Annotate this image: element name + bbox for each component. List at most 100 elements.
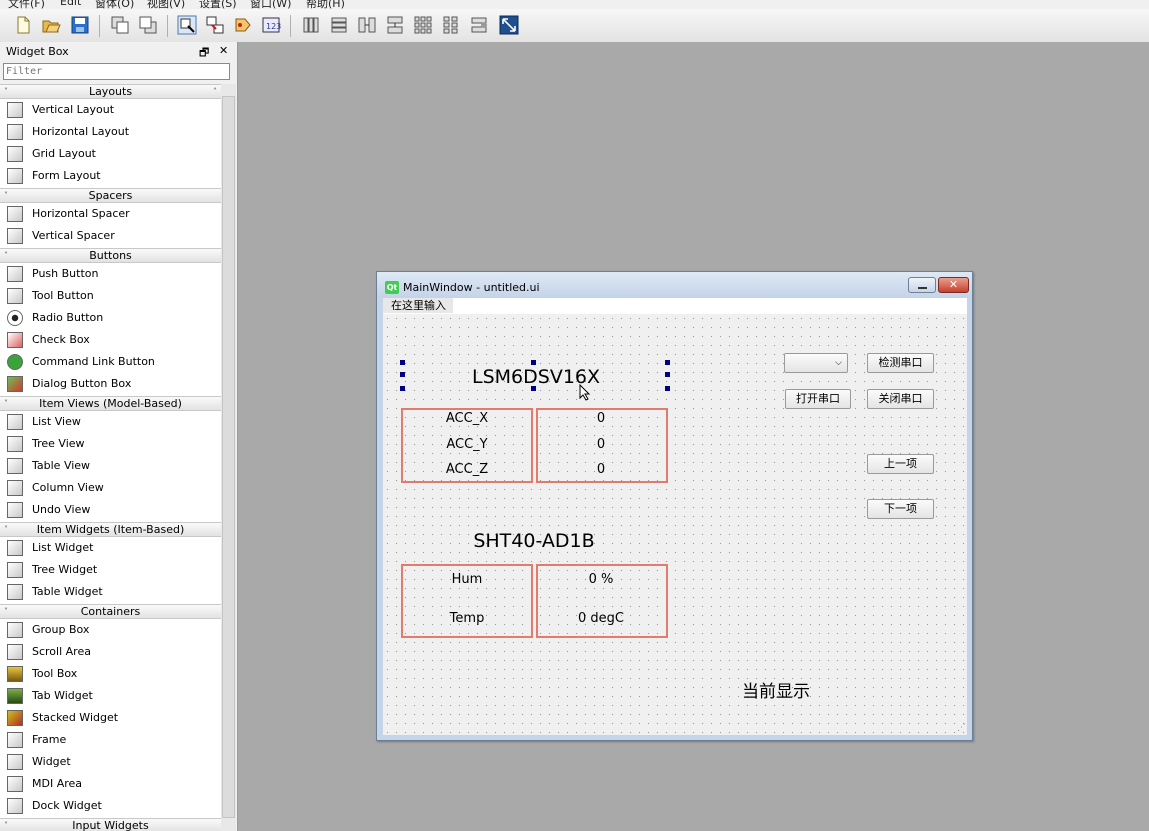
menu-settings[interactable]: 设置(S) [199, 0, 237, 9]
selection-handle[interactable] [665, 372, 670, 377]
layout-vertical-splitter-icon[interactable] [385, 15, 405, 35]
widget-horizontal-layout[interactable]: Horizontal Layout [0, 121, 221, 143]
filter-input[interactable] [3, 63, 230, 80]
widget-group-box[interactable]: Group Box [0, 619, 221, 641]
menu-placeholder[interactable]: 在这里输入 [383, 298, 453, 313]
category-spacers[interactable]: ˅ Spacers [0, 188, 221, 203]
menu-form[interactable]: 窗体(O) [95, 0, 134, 9]
category-containers[interactable]: ˅ Containers [0, 604, 221, 619]
widget-tree-view[interactable]: Tree View [0, 433, 221, 455]
undo-view-icon [7, 502, 23, 518]
widget-table-view[interactable]: Table View [0, 455, 221, 477]
close-port-button[interactable]: 关闭串口 [867, 389, 934, 409]
acc-z-label: ACC_Z [445, 462, 489, 477]
layout-horizontal-icon[interactable] [301, 15, 321, 35]
widget-radio-button[interactable]: Radio Button [0, 307, 221, 329]
layout-grid-icon[interactable] [413, 15, 433, 35]
widget-tab-widget[interactable]: Tab Widget [0, 685, 221, 707]
widget-widget[interactable]: Widget [0, 751, 221, 773]
save-icon[interactable] [70, 15, 90, 35]
category-item-widgets[interactable]: ˅ Item Widgets (Item-Based) [0, 522, 221, 537]
toolbar: 123 [0, 9, 1149, 43]
menu-help[interactable]: 帮助(H) [306, 0, 345, 9]
widget-list-view[interactable]: List View [0, 411, 221, 433]
selection-handle[interactable] [400, 372, 405, 377]
category-label: Item Views (Model-Based) [39, 397, 182, 410]
widget-list-widget[interactable]: List Widget [0, 537, 221, 559]
menu-window[interactable]: 窗口(W) [250, 0, 291, 9]
edit-signals-slots-icon[interactable] [205, 15, 225, 35]
layout-vertical-icon[interactable] [329, 15, 349, 35]
widget-grid-layout[interactable]: Grid Layout [0, 143, 221, 165]
menu-view[interactable]: 视图(V) [147, 0, 185, 9]
category-input-widgets[interactable]: ˅ Input Widgets [0, 818, 221, 831]
widget-command-link-button[interactable]: Command Link Button [0, 351, 221, 373]
widget-scroll-area[interactable]: Scroll Area [0, 641, 221, 663]
widget-push-button[interactable]: Push Button [0, 263, 221, 285]
selection-handle[interactable] [400, 386, 405, 391]
scrollbar-thumb[interactable] [222, 96, 235, 818]
layout-horizontal-splitter-icon[interactable] [357, 15, 377, 35]
category-layouts[interactable]: ˅ Layouts ˄ [0, 84, 221, 99]
widget-column-view[interactable]: Column View [0, 477, 221, 499]
send-to-back-icon[interactable] [110, 15, 130, 35]
selection-handle[interactable] [665, 360, 670, 365]
form-window[interactable]: Qt MainWindow - untitled.ui ✕ 在这里输入 LSM6… [376, 271, 973, 741]
widget-box-panel: Widget Box 🗗 ✕ ˅ Layouts ˄ Vertical Layout… [0, 42, 238, 831]
widget-label: Tool Box [32, 667, 78, 680]
scroll-up-icon[interactable]: ˄ [213, 85, 217, 98]
widget-dialog-button-box[interactable]: Dialog Button Box [0, 373, 221, 395]
edit-buddies-icon[interactable] [233, 15, 253, 35]
new-file-icon[interactable] [13, 15, 33, 35]
widget-box-scrollbar[interactable] [221, 84, 236, 831]
open-port-button[interactable]: 打开串口 [785, 389, 851, 409]
close-icon[interactable]: ✕ [219, 44, 228, 57]
break-layout-icon[interactable] [469, 15, 489, 35]
prev-item-button[interactable]: 上一项 [867, 454, 934, 474]
menu-edit[interactable]: Edit [60, 0, 81, 8]
widget-vertical-spacer[interactable]: Vertical Spacer [0, 225, 221, 247]
selection-handle[interactable] [665, 386, 670, 391]
widget-form-layout[interactable]: Form Layout [0, 165, 221, 187]
edit-widgets-icon[interactable] [177, 15, 197, 35]
widget-check-box[interactable]: Check Box [0, 329, 221, 351]
widget-tool-button[interactable]: Tool Button [0, 285, 221, 307]
widget-label: Dialog Button Box [32, 377, 132, 390]
widget-label: Scroll Area [32, 645, 91, 658]
next-item-button[interactable]: 下一项 [867, 499, 934, 519]
horizontal-layout-icon [7, 124, 23, 140]
bring-to-front-icon[interactable] [138, 15, 158, 35]
form-titlebar[interactable]: Qt MainWindow - untitled.ui [377, 272, 972, 298]
open-folder-icon[interactable] [41, 15, 61, 35]
window-close-button[interactable]: ✕ [938, 277, 969, 293]
widget-vertical-layout[interactable]: Vertical Layout [0, 99, 221, 121]
size-grip-icon[interactable]: ⋰ [957, 723, 966, 733]
port-combo[interactable]: ⌵ [784, 353, 848, 373]
group-box-icon [7, 622, 23, 638]
float-icon[interactable]: 🗗 [199, 44, 209, 63]
category-buttons[interactable]: ˅ Buttons [0, 248, 221, 263]
widget-stacked-widget[interactable]: Stacked Widget [0, 707, 221, 729]
acc-x-label: ACC_X [445, 411, 489, 426]
edit-tab-order-icon[interactable]: 123 [261, 15, 281, 35]
widget-horizontal-spacer[interactable]: Horizontal Spacer [0, 203, 221, 225]
layout-form-icon[interactable] [441, 15, 461, 35]
sensor2-title[interactable]: SHT40-AD1B [471, 530, 597, 552]
selection-handle[interactable] [400, 360, 405, 365]
widget-table-widget[interactable]: Table Widget [0, 581, 221, 603]
current-display-label[interactable]: 当前显示 [726, 677, 826, 702]
widget-tree-widget[interactable]: Tree Widget [0, 559, 221, 581]
menu-file[interactable]: 文件(F) [8, 0, 45, 9]
category-item-views[interactable]: ˅ Item Views (Model-Based) [0, 396, 221, 411]
adjust-size-icon[interactable] [499, 15, 519, 35]
widget-tool-box[interactable]: Tool Box [0, 663, 221, 685]
tree-widget-icon [7, 562, 23, 578]
selection-handle[interactable] [531, 360, 536, 365]
widget-frame[interactable]: Frame [0, 729, 221, 751]
detect-port-button[interactable]: 检测串口 [867, 353, 934, 373]
acc-x-value: 0 [596, 411, 606, 426]
widget-mdi-area[interactable]: MDI Area [0, 773, 221, 795]
minimize-button[interactable] [908, 277, 936, 293]
widget-dock-widget[interactable]: Dock Widget [0, 795, 221, 817]
widget-undo-view[interactable]: Undo View [0, 499, 221, 521]
